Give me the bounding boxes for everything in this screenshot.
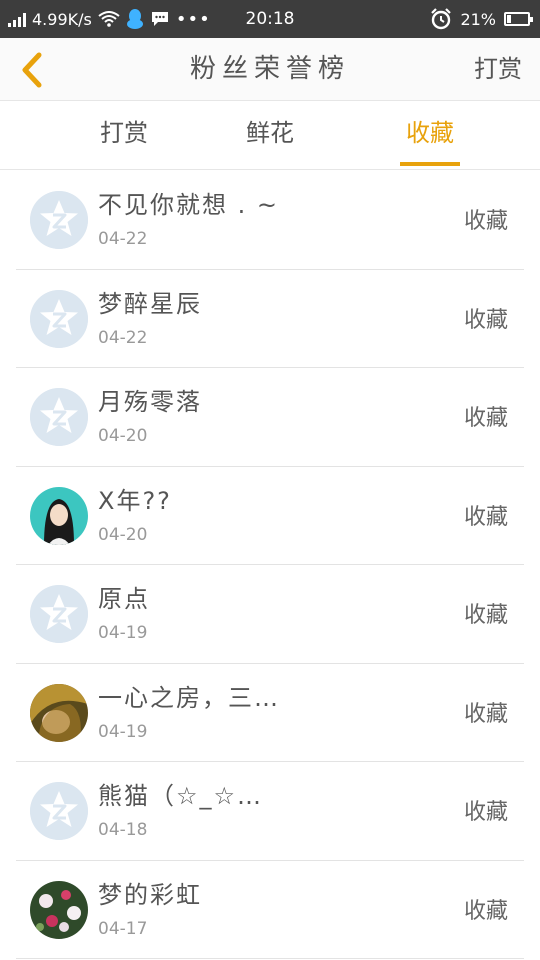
- favorite-date: 04-19: [98, 721, 148, 742]
- status-right: 21%: [430, 0, 533, 38]
- user-name: 月殇零落: [98, 388, 202, 416]
- photo-flowers-avatar[interactable]: [30, 880, 88, 939]
- header-bar: 粉丝荣誉榜 打赏: [0, 38, 540, 101]
- action-label: 收藏: [463, 209, 508, 234]
- battery-icon: [504, 12, 533, 26]
- favorite-date: 04-22: [98, 327, 148, 348]
- list-item[interactable]: 梦醉星辰 04-22 收藏: [16, 270, 524, 368]
- tab-label: 鲜花: [246, 119, 294, 147]
- action-label: 收藏: [463, 701, 508, 727]
- page-title: 粉丝荣誉榜: [189, 54, 350, 84]
- list-item[interactable]: 不见你就想 . ~ 04-22 收藏: [16, 171, 524, 270]
- favorite-date: 04-22: [98, 229, 148, 249]
- default-avatar-icon[interactable]: [30, 585, 88, 643]
- default-avatar-icon[interactable]: [30, 191, 88, 249]
- default-avatar-icon[interactable]: [30, 782, 88, 840]
- battery-percent: 21%: [460, 9, 496, 29]
- user-name: 不见你就想 . ~: [98, 191, 279, 219]
- photo-hair-avatar[interactable]: [30, 683, 88, 742]
- tab-label: 打赏: [100, 119, 148, 147]
- user-name: 一心之房，三…: [98, 683, 280, 712]
- status-bar: 4.99K/s ••• 20:18 21%: [0, 0, 540, 38]
- active-tab-indicator: [400, 162, 460, 166]
- tab-reward[interactable]: 打赏: [64, 102, 184, 168]
- default-avatar-icon[interactable]: [30, 289, 88, 348]
- action-label: 收藏: [463, 504, 508, 530]
- list-item[interactable]: 熊猫（☆_☆… 04-18 收藏: [16, 762, 524, 861]
- reward-button[interactable]: 打赏: [474, 38, 522, 101]
- tab-favorites[interactable]: 收藏: [370, 102, 490, 168]
- list-item[interactable]: 一心之房，三… 04-19 收藏: [16, 664, 524, 762]
- list-item[interactable]: 梦的彩虹 04-17 收藏: [16, 861, 524, 959]
- favorite-date: 04-20: [98, 524, 148, 545]
- user-name: 熊猫（☆_☆…: [98, 782, 264, 810]
- list-item[interactable]: 原点 04-19 收藏: [16, 565, 524, 664]
- tab-bar: 打赏 鲜花 收藏: [0, 102, 540, 170]
- favorite-date: 04-17: [98, 918, 148, 939]
- action-label: 收藏: [463, 406, 508, 431]
- user-name: 梦的彩虹: [98, 880, 202, 909]
- action-label: 收藏: [463, 800, 508, 825]
- user-name: 原点: [98, 585, 150, 613]
- alarm-icon: [431, 8, 452, 30]
- action-label: 收藏: [463, 898, 508, 924]
- list-item[interactable]: X年?? 04-20 收藏: [16, 467, 524, 565]
- tab-flowers[interactable]: 鲜花: [210, 102, 330, 168]
- user-name: X年??: [98, 486, 172, 515]
- default-avatar-icon[interactable]: [30, 388, 88, 446]
- user-name: 梦醉星辰: [98, 289, 202, 318]
- action-label: 收藏: [463, 603, 508, 628]
- fan-list: 不见你就想 . ~ 04-22 收藏 梦醉星辰 04-22 收藏 月殇零落 04…: [0, 171, 540, 959]
- photo-girl-avatar[interactable]: [30, 486, 88, 545]
- action-label: 收藏: [463, 307, 508, 333]
- favorite-date: 04-19: [98, 623, 148, 643]
- favorite-date: 04-18: [98, 820, 148, 840]
- list-item[interactable]: 月殇零落 04-20 收藏: [16, 368, 524, 467]
- tab-label: 收藏: [406, 119, 454, 147]
- favorite-date: 04-20: [98, 426, 148, 446]
